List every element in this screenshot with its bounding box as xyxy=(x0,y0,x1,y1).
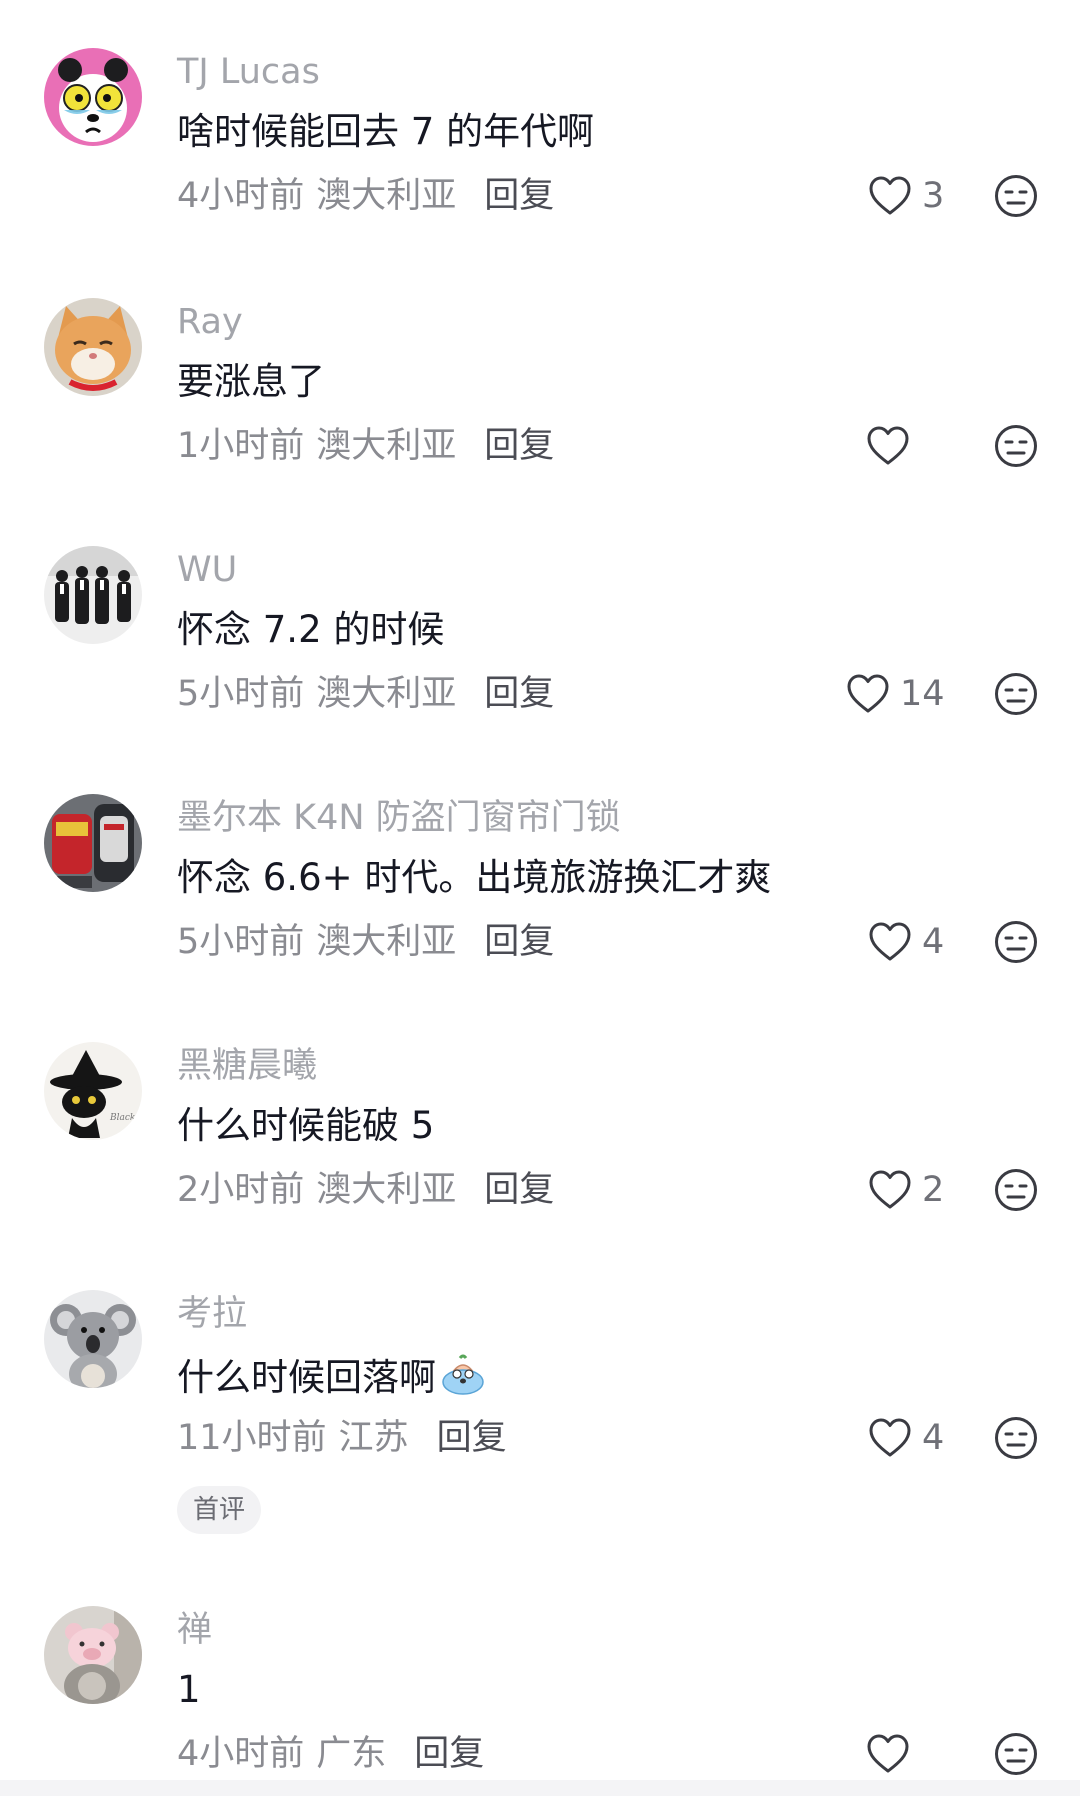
dislike-button[interactable] xyxy=(994,1416,1038,1460)
comment-text: 什么时候回落啊 xyxy=(177,1350,488,1402)
reply-button[interactable]: 回复 xyxy=(414,1734,484,1774)
comment-text: 要涨息了 xyxy=(177,360,325,403)
piglet-toy-avatar[interactable] xyxy=(44,1606,142,1704)
reply-button[interactable]: 回复 xyxy=(484,922,554,962)
reply-button[interactable]: 回复 xyxy=(484,674,554,714)
first-comment-badge: 首评 xyxy=(177,1486,262,1534)
orange-cat-avatar[interactable] xyxy=(44,298,142,396)
like-button[interactable] xyxy=(866,1728,920,1780)
comment-meta: 4小时前 澳大利亚 回复 xyxy=(177,174,554,218)
neutral-face-icon xyxy=(995,921,1037,963)
comment-meta: 5小时前 澳大利亚 回复 xyxy=(177,920,554,964)
comment-time: 5小时前 xyxy=(177,922,305,962)
comment-username[interactable]: 考拉 xyxy=(177,1292,247,1336)
like-count: 4 xyxy=(922,922,945,962)
bottom-divider xyxy=(0,1780,1080,1796)
comment-region: 江苏 xyxy=(338,1418,409,1458)
like-button[interactable]: 4 xyxy=(868,1412,944,1464)
crying-emoji-icon xyxy=(438,1350,488,1400)
heart-icon xyxy=(869,1170,911,1209)
comment-time: 2小时前 xyxy=(177,1170,305,1210)
neutral-face-icon xyxy=(995,425,1037,467)
comment-meta: 5小时前 澳大利亚 回复 xyxy=(177,672,554,716)
dislike-button[interactable] xyxy=(994,174,1038,218)
comment-username[interactable]: Ray xyxy=(177,300,243,344)
comment-meta: 11小时前 江苏 回复 xyxy=(177,1416,507,1460)
comment-region: 澳大利亚 xyxy=(316,674,457,714)
like-button[interactable]: 3 xyxy=(868,170,944,222)
comment-time: 11小时前 xyxy=(177,1418,327,1458)
panda-cartoon-avatar[interactable] xyxy=(44,48,142,146)
heart-icon xyxy=(869,1418,911,1457)
like-count: 2 xyxy=(922,1170,945,1210)
dislike-button[interactable] xyxy=(994,424,1038,468)
dislike-button[interactable] xyxy=(994,920,1038,964)
comment-meta: 4小时前 广东 回复 xyxy=(177,1732,484,1776)
black-cat-witch-hat-avatar[interactable]: Black C xyxy=(44,1042,142,1140)
comment-region: 广东 xyxy=(316,1734,387,1774)
comment-username[interactable]: 黑糖晨曦 xyxy=(177,1044,317,1088)
like-button[interactable]: 14 xyxy=(846,668,945,720)
comment-text: 啥时候能回去 7 的年代啊 xyxy=(177,110,595,153)
neutral-face-icon xyxy=(995,1417,1037,1459)
comment-region: 澳大利亚 xyxy=(316,922,457,962)
dislike-button[interactable] xyxy=(994,672,1038,716)
comment-region: 澳大利亚 xyxy=(316,426,457,466)
heart-icon xyxy=(869,176,911,215)
like-button[interactable]: 4 xyxy=(868,916,944,968)
heart-icon xyxy=(869,922,911,961)
group-in-suits-avatar[interactable] xyxy=(44,546,142,644)
reply-button[interactable]: 回复 xyxy=(484,176,554,216)
reply-button[interactable]: 回复 xyxy=(484,1170,554,1210)
like-button[interactable] xyxy=(866,420,920,472)
power-tool-avatar[interactable] xyxy=(44,794,142,892)
heart-icon xyxy=(867,426,909,465)
comment-list: TJ Lucas 啥时候能回去 7 的年代啊 4小时前 澳大利亚 回复 3 Ra… xyxy=(0,0,1080,1796)
comment-text: 什么时候能破 5 xyxy=(177,1104,435,1147)
comment-username[interactable]: WU xyxy=(177,548,237,592)
comment-time: 4小时前 xyxy=(177,1734,305,1774)
reply-button[interactable]: 回复 xyxy=(437,1418,507,1458)
comment-text-value: 什么时候回落啊 xyxy=(177,1356,436,1399)
like-count: 3 xyxy=(922,176,945,216)
like-count: 14 xyxy=(900,674,945,714)
comment-time: 4小时前 xyxy=(177,176,305,216)
comment-time: 5小时前 xyxy=(177,674,305,714)
comment-username[interactable]: TJ Lucas xyxy=(177,50,320,94)
neutral-face-icon xyxy=(995,673,1037,715)
comment-text: 怀念 7.2 的时候 xyxy=(177,608,445,651)
comment-region: 澳大利亚 xyxy=(316,176,457,216)
comment-username[interactable]: 墨尔本 K4N 防盗门窗帘门锁 xyxy=(177,796,621,840)
like-button[interactable]: 2 xyxy=(868,1164,944,1216)
neutral-face-icon xyxy=(995,1169,1037,1211)
neutral-face-icon xyxy=(995,175,1037,217)
dislike-button[interactable] xyxy=(994,1168,1038,1212)
neutral-face-icon xyxy=(995,1733,1037,1775)
comment-region: 澳大利亚 xyxy=(316,1170,457,1210)
comment-text: 怀念 6.6+ 时代。出境旅游换汇才爽 xyxy=(177,856,772,899)
comment-meta: 1小时前 澳大利亚 回复 xyxy=(177,424,554,468)
comment-meta: 2小时前 澳大利亚 回复 xyxy=(177,1168,554,1212)
comment-text: 1 xyxy=(177,1668,201,1711)
dislike-button[interactable] xyxy=(994,1732,1038,1776)
heart-icon xyxy=(847,674,889,713)
koala-avatar[interactable] xyxy=(44,1290,142,1388)
like-count: 4 xyxy=(922,1418,945,1458)
comment-time: 1小时前 xyxy=(177,426,305,466)
reply-button[interactable]: 回复 xyxy=(484,426,554,466)
svg-text:Black C: Black C xyxy=(109,1113,142,1123)
comment-username[interactable]: 禅 xyxy=(177,1608,212,1652)
heart-icon xyxy=(867,1734,909,1773)
